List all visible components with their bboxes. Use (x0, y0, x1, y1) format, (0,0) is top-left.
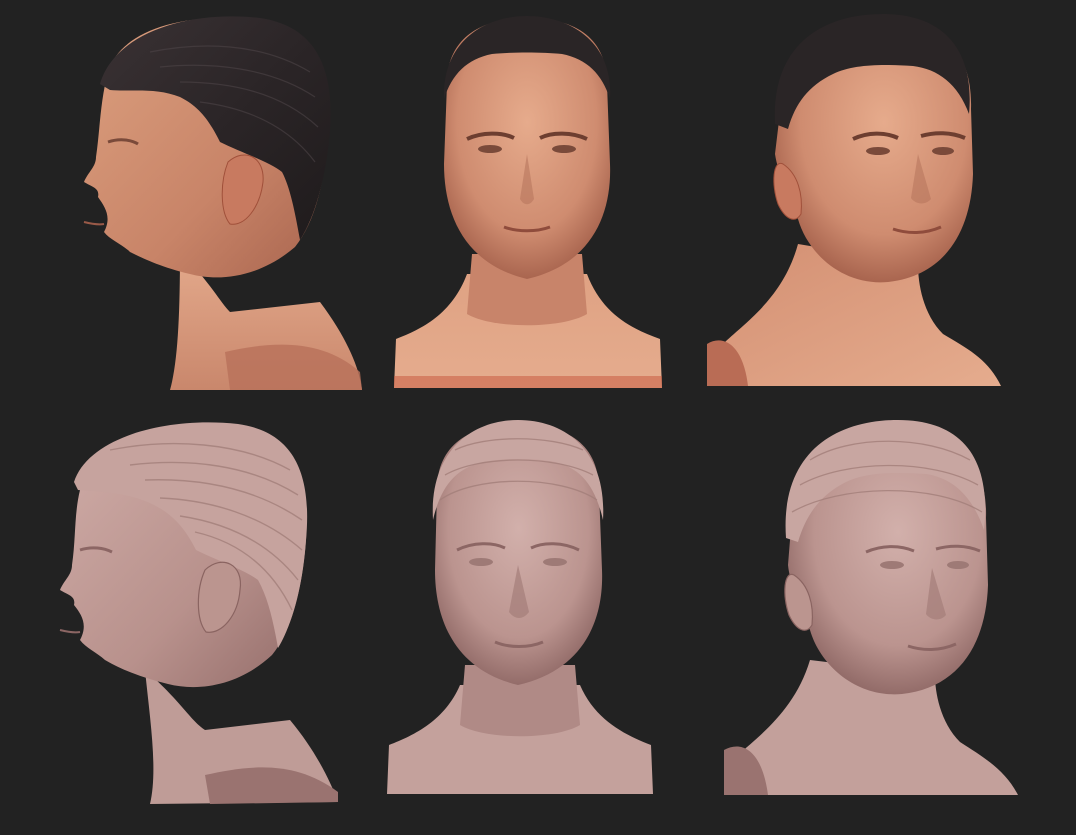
textured-three-quarter-render (703, 14, 1003, 392)
render-viewport (0, 0, 1076, 835)
clay-profile-render (40, 420, 345, 810)
textured-profile-render (60, 12, 370, 397)
clay-three-quarter-render (720, 420, 1020, 800)
clay-front-render (385, 420, 655, 798)
textured-front-render (392, 14, 664, 392)
